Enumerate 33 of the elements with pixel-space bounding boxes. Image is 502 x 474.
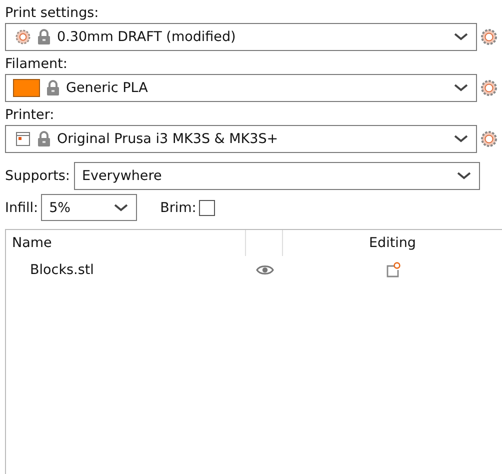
preset-value: Generic PLA (66, 80, 149, 96)
infill-dropdown[interactable]: 5% (41, 194, 138, 221)
caret-icon (114, 204, 128, 212)
brim-checkbox[interactable] (199, 200, 216, 216)
infill-label: Infill: (5, 200, 38, 216)
preset-dropdown[interactable]: 0.30mm DRAFT (modified) (5, 23, 477, 51)
preset-dropdown[interactable]: Generic PLA (5, 74, 477, 102)
preset-label: Print settings: (5, 4, 99, 23)
eye-icon[interactable] (256, 264, 274, 276)
preset-dropdown[interactable]: Original Prusa i3 MK3S & MK3S+ (5, 125, 477, 153)
column-header[interactable]: Name (6, 230, 246, 256)
supports-label: Supports: (5, 168, 70, 184)
preset-value: 0.30mm DRAFT (modified) (57, 29, 237, 45)
printer-icon (15, 131, 31, 147)
preset-label: Filament: (5, 55, 68, 74)
caret-icon (454, 84, 468, 92)
edit-icon[interactable] (384, 262, 400, 278)
settings-icon[interactable] (480, 28, 498, 46)
gear-icon (15, 29, 31, 45)
object-name[interactable]: Blocks.stl (6, 262, 246, 278)
settings-icon[interactable] (480, 130, 498, 148)
preset-label: Printer: (5, 106, 54, 125)
caret-icon (454, 33, 468, 41)
caret-icon (456, 172, 471, 180)
supports-dropdown[interactable]: Everywhere (74, 162, 480, 190)
lock-icon (46, 80, 60, 96)
caret-icon (454, 135, 468, 143)
column-header[interactable]: Editing (283, 230, 502, 256)
lock-icon (37, 29, 51, 45)
lock-icon (37, 131, 51, 147)
preset-value: Original Prusa i3 MK3S & MK3S+ (57, 131, 280, 147)
settings-icon[interactable] (480, 79, 498, 97)
brim-label: Brim: (160, 200, 196, 216)
